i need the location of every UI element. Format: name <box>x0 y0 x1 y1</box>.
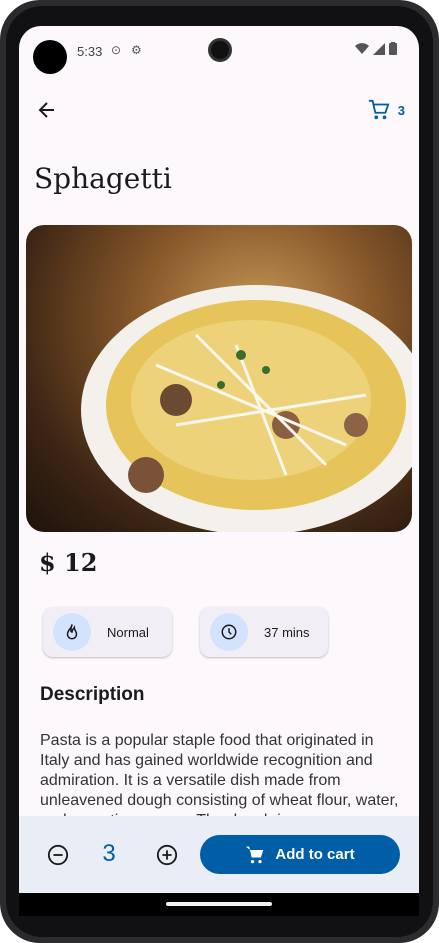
status-bar: 5:33 ⊙ ⚙ <box>19 26 419 76</box>
spice-level-label: Normal <box>107 624 149 640</box>
settings-icon: ⚙ <box>131 43 142 57</box>
decrease-quantity-button[interactable] <box>45 842 71 868</box>
cart-button[interactable]: 3 <box>368 96 405 124</box>
record-icon: ⊙ <box>111 43 122 57</box>
pasta-bowl-illustration <box>81 285 412 532</box>
back-arrow-icon <box>38 102 54 118</box>
cart-icon <box>368 99 390 120</box>
front-camera <box>208 38 232 62</box>
status-indicators <box>355 42 397 55</box>
add-to-cart-label: Add to cart <box>275 846 355 863</box>
back-button[interactable] <box>33 96 61 124</box>
status-time: 5:33 <box>77 44 103 59</box>
spice-level-chip: Normal <box>43 607 172 657</box>
cart-count-badge: 3 <box>397 102 405 118</box>
fire-icon <box>66 624 78 640</box>
plus-circle-icon <box>156 844 178 866</box>
description-heading: Description <box>40 684 145 705</box>
cook-time-chip: 37 mins <box>200 607 328 657</box>
battery-icon <box>389 42 397 55</box>
wifi-icon <box>355 42 369 54</box>
product-image <box>26 225 412 532</box>
home-gesture-handle[interactable] <box>166 902 272 906</box>
increase-quantity-button[interactable] <box>154 842 180 868</box>
cook-time-label: 37 mins <box>264 624 310 640</box>
clock-icon <box>221 624 237 640</box>
app-screen: 5:33 ⊙ ⚙ 3 Sphagetti $ 12 Normal 37 mins… <box>19 26 419 916</box>
quantity-value: 3 <box>102 840 116 867</box>
product-title: Sphagetti <box>34 162 172 195</box>
fire-icon-circle <box>53 613 91 651</box>
clock-icon-circle <box>210 613 248 651</box>
signal-icon <box>373 42 385 55</box>
product-price: $ 12 <box>39 548 98 577</box>
status-avatar <box>33 40 67 74</box>
cart-icon <box>246 846 264 863</box>
add-to-cart-button[interactable]: Add to cart <box>200 835 400 874</box>
minus-circle-icon <box>47 844 69 866</box>
